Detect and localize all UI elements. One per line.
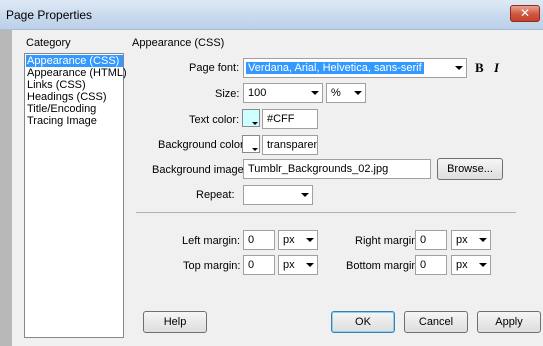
title-bar: Page Properties ✕ xyxy=(0,0,543,30)
page-font-value: Verdana, Arial, Helvetica, sans-serif xyxy=(246,62,424,74)
size-unit-value: % xyxy=(331,87,341,99)
divider xyxy=(136,212,516,213)
right-margin-value: 0 xyxy=(420,234,427,246)
background-image-input[interactable]: Tumblr_Backgrounds_02.jpg xyxy=(243,159,431,179)
text-color-label: Text color: xyxy=(189,114,240,126)
category-label: Category xyxy=(26,37,71,49)
right-margin-unit-select[interactable]: px xyxy=(451,230,491,250)
top-margin-input[interactable]: 0 xyxy=(243,255,275,275)
apply-button[interactable]: Apply xyxy=(477,311,541,333)
left-margin-unit: px xyxy=(283,234,295,246)
browse-button[interactable]: Browse... xyxy=(437,158,503,180)
chevron-down-icon xyxy=(479,238,487,242)
left-margin-value: 0 xyxy=(248,234,255,246)
repeat-select[interactable] xyxy=(243,185,313,205)
chevron-down-icon xyxy=(311,91,319,95)
italic-icon[interactable]: I xyxy=(494,60,499,76)
close-button[interactable]: ✕ xyxy=(510,5,540,22)
background-color-label: Background color: xyxy=(158,139,247,151)
left-margin-label: Left margin: xyxy=(182,235,241,247)
right-margin-input[interactable]: 0 xyxy=(415,230,447,250)
ok-button[interactable]: OK xyxy=(331,311,395,333)
chevron-down-icon xyxy=(252,122,258,125)
category-item-appearance-html[interactable]: Appearance (HTML) xyxy=(26,67,127,79)
bottom-margin-input[interactable]: 0 xyxy=(415,255,447,275)
background-window-edge xyxy=(0,30,12,346)
background-image-value: Tumblr_Backgrounds_02.jpg xyxy=(248,163,389,175)
bottom-margin-unit-select[interactable]: px xyxy=(451,255,491,275)
text-color-input[interactable]: #CFF xyxy=(262,109,318,129)
background-color-input[interactable]: transparent xyxy=(262,135,318,155)
top-margin-label: Top margin: xyxy=(183,260,241,272)
size-label: Size: xyxy=(215,88,240,100)
cancel-button[interactable]: Cancel xyxy=(404,311,468,333)
background-color-swatch[interactable] xyxy=(242,135,260,153)
chevron-down-icon xyxy=(455,66,463,70)
text-color-swatch[interactable] xyxy=(242,109,260,127)
bottom-margin-unit: px xyxy=(456,259,468,271)
top-margin-unit-select[interactable]: px xyxy=(278,255,318,275)
close-icon: ✕ xyxy=(519,6,531,20)
category-item-title-encoding[interactable]: Title/Encoding xyxy=(26,103,96,115)
size-value: 100 xyxy=(248,87,267,99)
top-margin-unit: px xyxy=(283,259,295,271)
category-list[interactable]: Appearance (CSS) Appearance (HTML) Links… xyxy=(24,53,127,338)
category-item-appearance-css[interactable]: Appearance (CSS) xyxy=(26,55,123,67)
section-title: Appearance (CSS) xyxy=(132,37,225,49)
bottom-margin-label: Bottom margin: xyxy=(346,260,421,272)
background-color-value: transparent xyxy=(267,139,317,151)
category-item-links-css[interactable]: Links (CSS) xyxy=(26,79,86,91)
background-image-label: Background image: xyxy=(152,164,247,176)
bottom-margin-value: 0 xyxy=(420,259,427,271)
chevron-down-icon xyxy=(252,148,258,151)
size-unit-select[interactable]: % xyxy=(326,83,366,103)
category-item-tracing-image[interactable]: Tracing Image xyxy=(26,115,97,127)
right-margin-unit: px xyxy=(456,234,468,246)
page-font-label: Page font: xyxy=(189,62,240,74)
repeat-label: Repeat: xyxy=(196,189,235,201)
category-item-headings-css[interactable]: Headings (CSS) xyxy=(26,91,106,103)
page-font-select[interactable]: Verdana, Arial, Helvetica, sans-serif xyxy=(243,58,467,78)
text-color-value: #CFF xyxy=(267,113,295,125)
right-margin-label: Right margin: xyxy=(355,235,421,247)
chevron-down-icon xyxy=(301,193,309,197)
chevron-down-icon xyxy=(306,263,314,267)
bold-icon[interactable]: B xyxy=(475,60,484,76)
size-select[interactable]: 100 xyxy=(243,83,323,103)
left-margin-unit-select[interactable]: px xyxy=(278,230,318,250)
chevron-down-icon xyxy=(354,91,362,95)
top-margin-value: 0 xyxy=(248,259,255,271)
chevron-down-icon xyxy=(479,263,487,267)
window-title: Page Properties xyxy=(6,8,93,22)
help-button[interactable]: Help xyxy=(143,311,207,333)
left-margin-input[interactable]: 0 xyxy=(243,230,275,250)
chevron-down-icon xyxy=(306,238,314,242)
